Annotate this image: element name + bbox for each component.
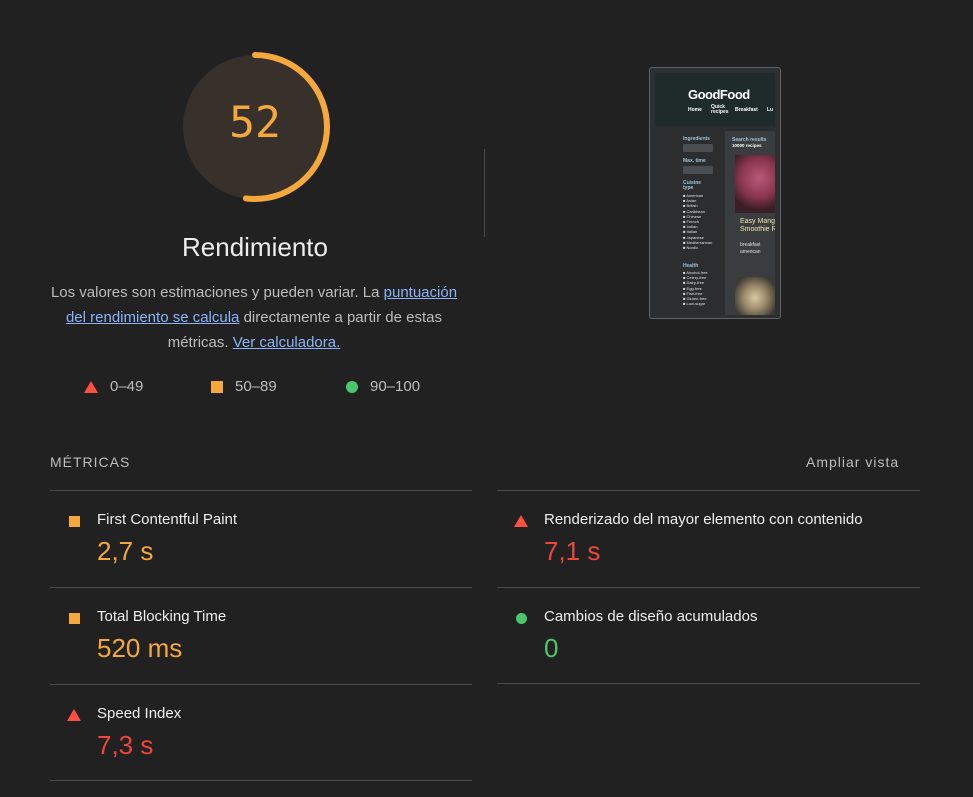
thumb-recipe-tag-2: american — [740, 249, 761, 255]
legend-pass: 90–100 — [346, 378, 420, 395]
thumb-maxtime-field — [683, 166, 713, 174]
average-square-icon — [68, 515, 80, 527]
metric-divider — [50, 780, 472, 781]
fail-triangle-icon — [67, 709, 81, 721]
thumb-recipe-title-2: Smoothie R — [740, 226, 775, 233]
thumb-cuisine-list: ■ American ■ Asian ■ British ■ Caribbean ■ C… — [683, 193, 718, 250]
metric-value: 0 — [544, 633, 559, 663]
thumb-nav-quick: Quick recipes — [711, 104, 729, 115]
thumb-nav-breakfast: Breakfast — [735, 107, 758, 113]
thumb-results-count: 10000 recipes — [732, 143, 762, 148]
metric-title: Renderizado del mayor elemento con conte… — [544, 511, 863, 528]
metrics-header: MÉTRICAS — [50, 454, 131, 470]
gauge-title: Rendimiento — [182, 232, 328, 262]
thumb-header: GoodFood Home Quick recipes Breakfast Lu — [655, 73, 775, 126]
average-square-icon — [211, 380, 223, 393]
expand-view-button[interactable]: Ampliar vista — [806, 454, 899, 470]
thumb-recipe-title-1: Easy Mango — [740, 218, 775, 225]
thumb-checkbox-item: ■ Low-sugar — [683, 301, 706, 307]
fail-triangle-icon — [84, 380, 98, 393]
screenshot-content: GoodFood Home Quick recipes Breakfast Lu… — [655, 73, 775, 315]
thumb-recipe-title: Easy Mango Smoothie R — [740, 218, 775, 234]
metric-fcp[interactable]: First Contentful Paint 2,7 s — [50, 491, 470, 587]
pass-circle-icon — [515, 612, 527, 624]
metric-value: 520 ms — [97, 633, 183, 663]
metric-rating-indicator — [67, 708, 81, 722]
metric-value: 7,1 s — [544, 536, 601, 566]
performance-gauge[interactable]: 52 — [178, 50, 332, 204]
legend-average: 50–89 — [211, 378, 277, 395]
thumb-health-list: ■ Alcohol-free ■ Celery-free ■ Dairy-free ■… — [683, 270, 718, 306]
score-legend: 0–49 50–89 90–100 — [50, 378, 470, 398]
metric-title: Cambios de diseño acumulados — [544, 608, 758, 625]
performance-report: 52 Rendimiento Los valores son estimacio… — [0, 0, 973, 797]
thumb-checkbox-item: ■ Nordic — [683, 245, 699, 251]
thumb-maxtime-label: Max. time — [683, 158, 706, 164]
gauge-score: 52 — [229, 98, 281, 148]
description-text-1: Los valores son estimaciones y pueden va… — [50, 284, 384, 301]
thumb-results: Search results 10000 recipes — [732, 137, 766, 149]
metric-title: First Contentful Paint — [97, 511, 238, 528]
thumb-cuisine-label: Cuisine type — [683, 180, 702, 191]
average-square-icon — [68, 612, 80, 624]
fail-triangle-icon — [514, 515, 528, 527]
metric-rating-indicator — [514, 514, 528, 528]
metric-speed-index[interactable]: Speed Index 7,3 s — [50, 685, 470, 781]
final-screenshot[interactable]: GoodFood Home Quick recipes Breakfast Lu… — [649, 67, 781, 319]
calculator-link[interactable]: Ver calculadora. — [233, 334, 341, 351]
legend-average-label: 50–89 — [235, 378, 277, 395]
metric-tbt[interactable]: Total Blocking Time 520 ms — [50, 588, 470, 684]
thumb-brand: GoodFood — [688, 87, 750, 102]
metric-divider — [497, 683, 920, 684]
metric-value: 7,3 s — [97, 730, 154, 760]
metric-rating-indicator — [67, 611, 81, 625]
thumb-pancake-image — [735, 277, 775, 315]
metric-value: 2,7 s — [97, 536, 154, 566]
thumb-ingredients-label: Ingredients — [683, 136, 710, 142]
metric-cls[interactable]: Cambios de diseño acumulados 0 — [497, 588, 917, 684]
legend-fail-label: 0–49 — [110, 378, 144, 395]
thumb-recipe-tags: breakfast american — [740, 242, 761, 256]
metric-title: Total Blocking Time — [97, 608, 227, 625]
metric-lcp[interactable]: Renderizado del mayor elemento con conte… — [497, 491, 917, 587]
thumb-recipe-tag-1: breakfast — [740, 242, 761, 248]
vertical-divider — [484, 149, 485, 237]
pass-circle-icon — [346, 380, 358, 393]
thumb-nav-lunch: Lu — [767, 107, 774, 113]
metric-rating-indicator — [67, 514, 81, 528]
thumb-smoothie-image — [735, 155, 775, 213]
thumb-health-label: Health — [683, 263, 699, 269]
legend-pass-label: 90–100 — [370, 378, 421, 395]
metric-title: Speed Index — [97, 705, 182, 722]
score-description: Los valores son estimaciones y pueden va… — [46, 280, 462, 355]
thumb-ingredients-field — [683, 144, 713, 152]
thumb-nav-home: Home — [688, 107, 702, 113]
metric-rating-indicator — [514, 611, 528, 625]
legend-fail: 0–49 — [84, 378, 143, 395]
